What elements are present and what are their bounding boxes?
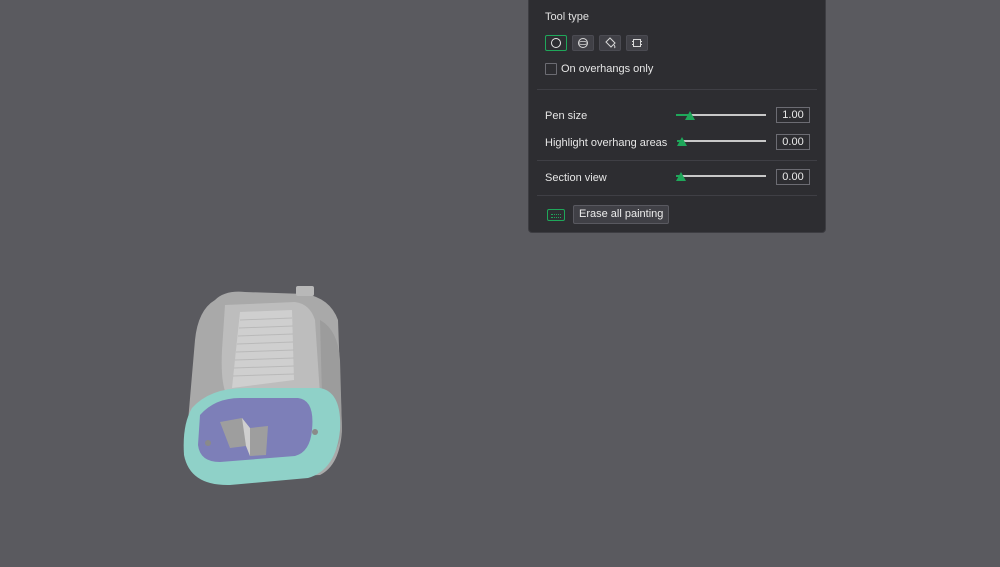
- pen-size-input[interactable]: 1.00: [776, 107, 810, 123]
- circle-icon: [551, 38, 561, 48]
- section-view-slider-thumb[interactable]: [676, 172, 686, 181]
- highlight-overhang-slider-thumb[interactable]: [677, 137, 687, 146]
- pen-size-label: Pen size: [545, 110, 588, 122]
- pen-size-slider-thumb[interactable]: [685, 111, 695, 120]
- tool-type-buttons: [545, 35, 648, 51]
- overhangs-only-row[interactable]: On overhangs only: [545, 63, 653, 75]
- gap-fill-tool-button[interactable]: [626, 35, 648, 51]
- 3d-viewport[interactable]: [0, 0, 1000, 567]
- divider: [537, 89, 817, 90]
- fill-tool-button[interactable]: [599, 35, 621, 51]
- section-view-slider[interactable]: [676, 170, 766, 184]
- paint-tool-panel: Tool type On overhangs only Pen size 1.0…: [528, 0, 826, 233]
- sphere-tool-button[interactable]: [572, 35, 594, 51]
- erase-all-painting-button[interactable]: Erase all painting: [573, 205, 670, 224]
- divider: [537, 195, 817, 196]
- highlight-overhang-slider[interactable]: [677, 135, 766, 149]
- tool-type-label: Tool type: [545, 11, 590, 23]
- section-view-input[interactable]: 0.00: [776, 169, 810, 185]
- highlight-overhang-label: Highlight overhang areas: [545, 137, 668, 149]
- circle-tool-button[interactable]: [545, 35, 567, 51]
- section-view-label: Section view: [545, 172, 607, 184]
- sphere-icon: [578, 38, 588, 48]
- 3d-model[interactable]: [170, 280, 360, 500]
- divider: [537, 160, 817, 161]
- keyboard-shortcut-icon[interactable]: [547, 208, 565, 221]
- bucket-fill-icon: [604, 37, 616, 49]
- highlight-overhang-input[interactable]: 0.00: [776, 134, 810, 150]
- overhangs-only-label: On overhangs only: [561, 63, 654, 75]
- pen-size-slider[interactable]: [676, 109, 766, 123]
- overhangs-only-checkbox[interactable]: [545, 63, 557, 75]
- erase-row: Erase all painting: [547, 205, 670, 224]
- gap-fill-icon: [632, 39, 642, 47]
